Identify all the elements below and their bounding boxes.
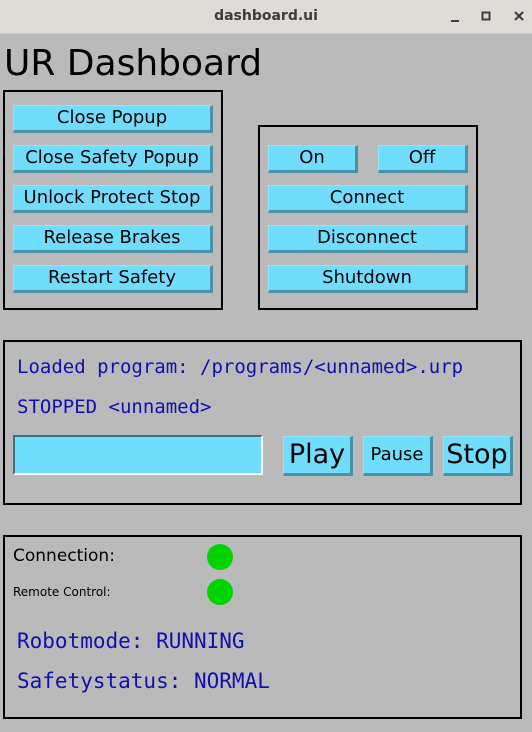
stop-button[interactable]: Stop xyxy=(443,436,513,476)
connection-label: Connection: xyxy=(13,546,115,566)
remote-control-label: Remote Control: xyxy=(13,585,111,599)
disconnect-button[interactable]: Disconnect xyxy=(268,225,468,253)
power-on-button[interactable]: On xyxy=(268,145,358,173)
close-safety-popup-button[interactable]: Close Safety Popup xyxy=(13,145,213,173)
loaded-program-label: Loaded program: /programs/<unnamed>.urp xyxy=(17,356,464,378)
connect-button[interactable]: Connect xyxy=(268,185,468,213)
robotmode-label: Robotmode: RUNNING xyxy=(17,629,245,653)
remote-control-indicator-icon xyxy=(207,579,233,605)
close-popup-button[interactable]: Close Popup xyxy=(13,105,213,133)
restart-safety-button[interactable]: Restart Safety xyxy=(13,265,213,293)
program-input[interactable] xyxy=(13,435,263,475)
release-brakes-button[interactable]: Release Brakes xyxy=(13,225,213,253)
connection-indicator-icon xyxy=(207,544,233,570)
play-button[interactable]: Play xyxy=(283,436,353,476)
window-titlebar: dashboard.ui xyxy=(0,0,532,34)
shutdown-button[interactable]: Shutdown xyxy=(268,265,468,293)
close-icon xyxy=(514,11,524,21)
close-button[interactable] xyxy=(508,6,530,28)
app-title: UR Dashboard xyxy=(4,43,263,84)
safetystatus-label: Safetystatus: NORMAL xyxy=(17,669,270,693)
minimize-button[interactable] xyxy=(444,6,466,28)
minimize-icon xyxy=(451,20,459,22)
program-state-label: STOPPED <unnamed> xyxy=(17,396,212,418)
maximize-icon xyxy=(481,11,491,21)
pause-button[interactable]: Pause xyxy=(363,436,433,476)
unlock-protect-stop-button[interactable]: Unlock Protect Stop xyxy=(13,185,213,213)
maximize-button[interactable] xyxy=(475,6,497,28)
power-off-button[interactable]: Off xyxy=(378,145,468,173)
